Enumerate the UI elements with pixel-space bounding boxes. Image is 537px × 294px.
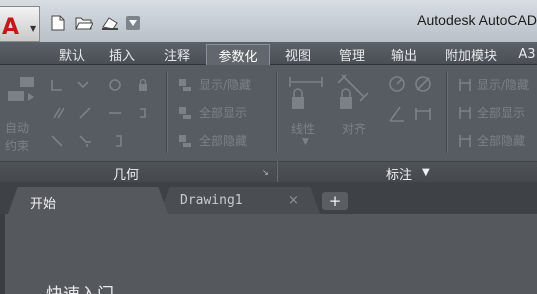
smooth-icon[interactable] [78, 133, 92, 147]
dimensional-show-all-label[interactable]: 全部显示 [477, 104, 525, 121]
aligned-label[interactable]: 对齐 [342, 120, 366, 137]
tab-default[interactable]: 默认 [50, 44, 94, 65]
tab-a360[interactable]: A3 [512, 44, 537, 65]
geometric-show-hide-label[interactable]: 显示/隐藏 [199, 76, 251, 93]
panel-divider [276, 71, 277, 153]
save-icon[interactable] [100, 14, 120, 32]
chevron-down-icon[interactable]: ▼ [422, 167, 430, 178]
linear-dropdown-icon[interactable]: ▼ [302, 137, 309, 147]
tab-start[interactable]: 开始 [8, 187, 168, 214]
title-bar: A ▼ Autodesk AutoCAD [0, 0, 537, 42]
symmetric-icon[interactable] [112, 133, 126, 147]
geometric-show-all-label[interactable]: 全部显示 [199, 104, 247, 121]
panel-divider [276, 161, 277, 182]
autocad-logo-icon: A [2, 15, 20, 40]
auto-constrain-icon[interactable] [6, 75, 38, 111]
auto-constrain-label: 自动 [5, 121, 30, 135]
tab-drawing1[interactable]: Drawing1 × [160, 187, 320, 214]
linear-label[interactable]: 线性 [291, 120, 315, 137]
ribbon-panel: 自动 约束 显示/隐藏 全部显示 全部隐藏 线性 ▼ 对齐 显示/隐藏 全部显示… [0, 65, 537, 183]
geometric-panel-caption: 几何 [113, 168, 140, 183]
parallel-icon[interactable] [50, 105, 65, 119]
quick-start-heading: 快速入门 [46, 280, 114, 294]
tab-view[interactable]: 视图 [276, 44, 320, 65]
geometric-hide-all-label[interactable]: 全部隐藏 [199, 132, 247, 149]
customize-qat-dropdown-icon[interactable] [126, 16, 140, 30]
tab-insert[interactable]: 插入 [100, 44, 144, 65]
auto-constrain-label-2: 约束 [5, 139, 30, 153]
tab-addins[interactable]: 附加模块 [436, 44, 506, 65]
panel-divider [446, 71, 447, 153]
new-icon[interactable] [48, 14, 68, 32]
angular-icon[interactable] [388, 105, 406, 123]
tab-annotate[interactable]: 注释 [155, 44, 199, 65]
close-icon[interactable]: × [288, 193, 299, 208]
chevron-down-icon: ▼ [30, 24, 37, 33]
quick-access-toolbar [48, 12, 140, 34]
tab-parametric[interactable]: 参数化 [206, 44, 270, 65]
horizontal-icon[interactable] [108, 105, 122, 119]
dimensional-panel-caption[interactable]: 标注 [386, 164, 412, 183]
linear-dimension-icon[interactable] [288, 73, 324, 113]
convert-icon[interactable] [414, 105, 432, 123]
tab-drawing1-label: Drawing1 [180, 193, 243, 208]
dimensional-show-hide-label[interactable]: 显示/隐藏 [477, 76, 529, 93]
tab-manage[interactable]: 管理 [330, 44, 374, 65]
aligned-dimension-icon[interactable] [336, 73, 372, 113]
perpendicular-icon[interactable] [78, 105, 92, 119]
coincident-icon[interactable] [50, 77, 64, 91]
radius-icon[interactable] [388, 75, 406, 93]
window-title: Autodesk AutoCAD [417, 12, 537, 28]
tangent-icon[interactable] [50, 133, 64, 147]
document-tab-strip: Drawing1 × 开始 [0, 182, 537, 214]
dim-hide-all-icon[interactable] [458, 133, 472, 147]
new-tab-button[interactable]: + [322, 192, 348, 210]
concentric-icon[interactable] [108, 77, 122, 91]
open-icon[interactable] [74, 14, 94, 32]
show-all-constraints-icon[interactable] [178, 105, 192, 119]
ribbon-tab-bar: 默认 插入 注释 参数化 视图 管理 输出 附加模块 A3 [0, 42, 537, 65]
dim-show-hide-icon[interactable] [458, 77, 472, 91]
panel-divider [166, 71, 167, 153]
diameter-icon[interactable] [414, 75, 432, 93]
show-hide-constraint-icon[interactable] [178, 77, 192, 91]
collinear-icon[interactable] [76, 77, 90, 91]
dimensional-hide-all-label[interactable]: 全部隐藏 [477, 132, 525, 149]
dim-show-all-icon[interactable] [458, 105, 472, 119]
dialog-launcher-icon[interactable]: ↘ [262, 168, 269, 177]
left-edge [0, 214, 5, 294]
hide-all-constraints-icon[interactable] [178, 133, 192, 147]
vertical-icon[interactable] [136, 105, 150, 119]
fix-icon[interactable] [136, 77, 150, 91]
start-page-content: 快速入门 [0, 214, 537, 294]
tab-start-label: 开始 [30, 197, 57, 212]
tab-output[interactable]: 输出 [382, 44, 426, 65]
application-menu-button[interactable]: A ▼ [0, 6, 40, 42]
